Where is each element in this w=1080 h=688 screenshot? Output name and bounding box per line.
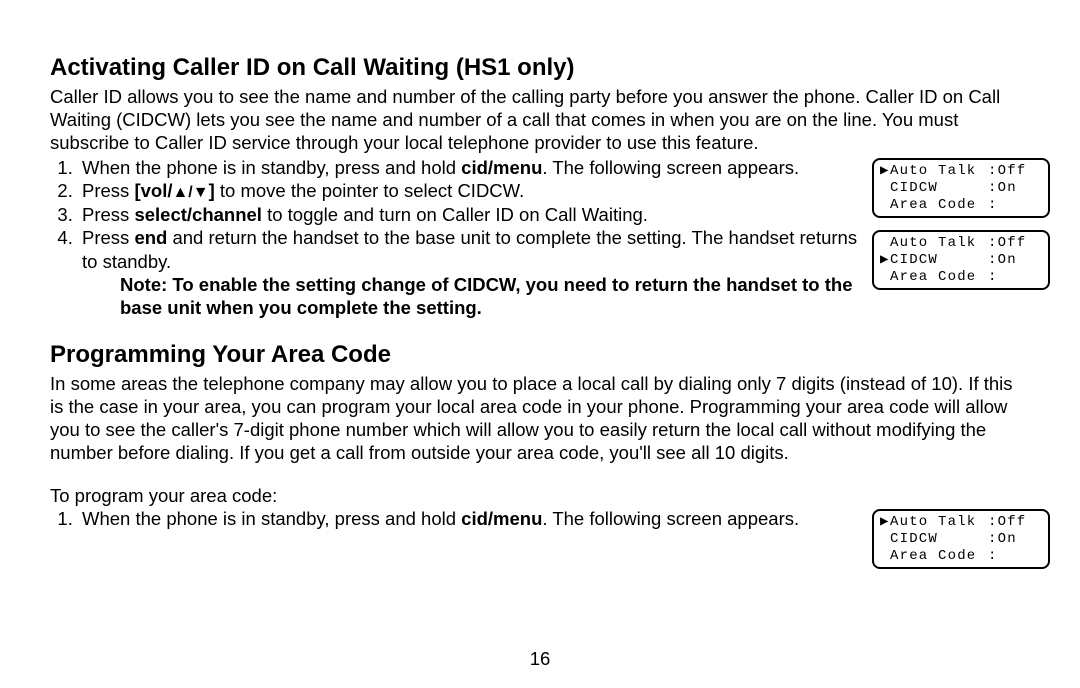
text: to move the pointer to select CIDCW. [215,180,525,201]
lcd-row: CIDCW:On [880,180,1042,197]
pointer-icon [880,235,890,252]
section2-body: When the phone is in standby, press and … [50,507,1030,569]
text: . The following screen appears. [542,157,799,178]
lcd-value: On [998,252,1017,269]
section1-note: Note: To enable the setting change of CI… [120,273,890,319]
lcd-colon: : [988,252,998,269]
text: When the phone is in standby, press and … [82,157,461,178]
pointer-icon [880,197,890,214]
lcd-row: Area Code: [880,197,1042,214]
section2-heading: Programming Your Area Code [50,341,1030,370]
section2-screens: ▶Auto Talk:Off CIDCW:On Area Code: [872,507,1050,569]
section1-step4: Press end and return the handset to the … [78,226,860,272]
text: Press [82,227,134,248]
manual-page: Activating Caller ID on Call Waiting (HS… [0,0,1080,688]
section2-step-list: When the phone is in standby, press and … [50,507,860,530]
lcd-colon: : [988,531,998,548]
lcd-row: Area Code: [880,548,1042,565]
lcd-label: Auto Talk [890,163,988,180]
pointer-icon [880,548,890,565]
key-cid-menu: cid/menu [461,157,542,178]
lcd-label: Auto Talk [890,514,988,531]
section1-step3: Press select/channel to toggle and turn … [78,203,860,226]
lcd-screen-2: Auto Talk:Off▶CIDCW:On Area Code: [872,230,1050,290]
lcd-colon: : [988,197,998,214]
lcd-row: Area Code: [880,269,1042,286]
lcd-colon: : [988,514,998,531]
lcd-label: Area Code [890,548,988,565]
lcd-label: Area Code [890,269,988,286]
lcd-row: CIDCW:On [880,531,1042,548]
text: and return the handset to the base unit … [82,227,857,271]
text: Press [82,180,134,201]
section2-intro: In some areas the telephone company may … [50,372,1030,465]
section1-step2: Press [vol/▲/▼] to move the pointer to s… [78,179,860,203]
section1-steps-col: When the phone is in standby, press and … [50,156,860,319]
key-end: end [134,227,167,248]
text: . The following screen appears. [542,508,799,529]
key-select-channel: select/channel [134,204,262,225]
section1-intro: Caller ID allows you to see the name and… [50,85,1030,154]
text: Press [82,204,134,225]
key-cid-menu: cid/menu [461,508,542,529]
lcd-label: CIDCW [890,531,988,548]
section1-body: When the phone is in standby, press and … [50,156,1030,319]
page-number: 16 [0,648,1080,670]
up-down-arrows-icon: ▲/▼ [172,184,208,201]
lcd-row: ▶Auto Talk:Off [880,514,1042,531]
text: to toggle and turn on Caller ID on Call … [262,204,648,225]
lcd-value: On [998,531,1017,548]
key-vol-open: [vol/ [134,180,172,201]
section2-lead: To program your area code: [50,484,1030,507]
lcd-colon: : [988,548,998,565]
section1-step-list: When the phone is in standby, press and … [50,156,860,273]
lcd-colon: : [988,269,998,286]
pointer-icon [880,269,890,286]
lcd-colon: : [988,235,998,252]
lcd-row: Auto Talk:Off [880,235,1042,252]
lcd-screen-1: ▶Auto Talk:Off CIDCW:On Area Code: [872,158,1050,218]
pointer-icon: ▶ [880,514,890,531]
pointer-icon [880,531,890,548]
lcd-value: On [998,180,1017,197]
section1-heading: Activating Caller ID on Call Waiting (HS… [50,54,1030,83]
pointer-icon: ▶ [880,252,890,269]
section2-steps-col: When the phone is in standby, press and … [50,507,860,530]
lcd-value: Off [998,514,1027,531]
lcd-value: Off [998,163,1027,180]
lcd-label: Area Code [890,197,988,214]
section1-screens: ▶Auto Talk:Off CIDCW:On Area Code: Auto … [872,156,1050,290]
lcd-screen-3: ▶Auto Talk:Off CIDCW:On Area Code: [872,509,1050,569]
lcd-value: Off [998,235,1027,252]
lcd-row: ▶CIDCW:On [880,252,1042,269]
section2-step1: When the phone is in standby, press and … [78,507,860,530]
pointer-icon: ▶ [880,163,890,180]
text: When the phone is in standby, press and … [82,508,461,529]
section1-step1: When the phone is in standby, press and … [78,156,860,179]
lcd-colon: : [988,180,998,197]
lcd-label: CIDCW [890,252,988,269]
lcd-label: CIDCW [890,180,988,197]
lcd-row: ▶Auto Talk:Off [880,163,1042,180]
pointer-icon [880,180,890,197]
lcd-colon: : [988,163,998,180]
lcd-label: Auto Talk [890,235,988,252]
